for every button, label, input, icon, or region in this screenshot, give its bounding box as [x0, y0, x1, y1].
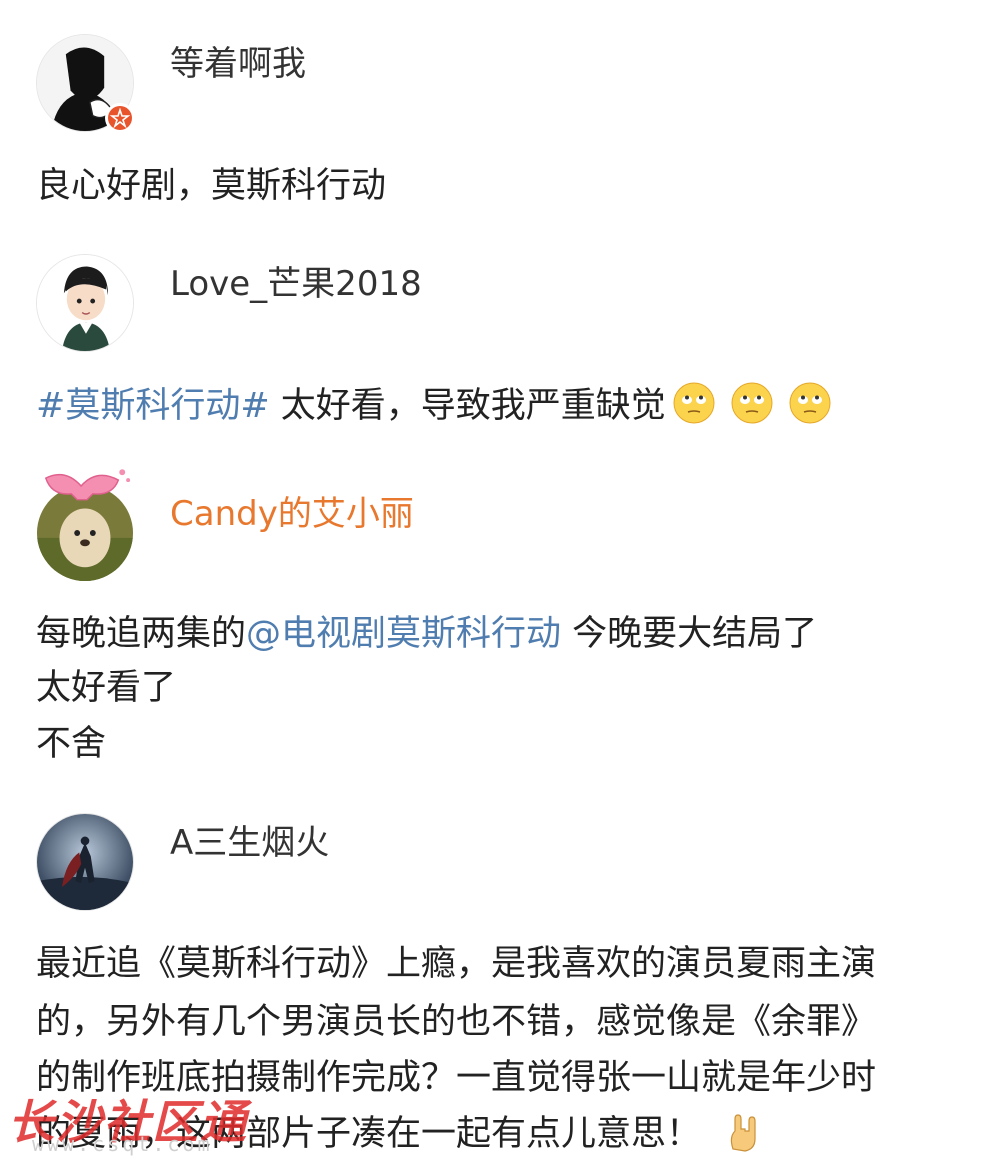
username[interactable]: 等着啊我 — [170, 44, 306, 84]
eye-roll-emoji-icon — [673, 382, 715, 424]
post-text-line-2: 的，另外有几个男演员长的也不错，感觉像是《余罪》 — [36, 1002, 877, 1042]
post-text-line-3: 不舍 — [36, 724, 107, 764]
user-avatar[interactable] — [36, 254, 134, 352]
post-text: #莫斯科行动# 太好看，导致我严重缺觉 — [36, 380, 964, 432]
verified-badge-icon — [105, 103, 135, 133]
post-text-suffix: 今晚要大结局了 — [561, 614, 818, 654]
avatar-image — [37, 255, 133, 351]
post-text-body: 太好看，导致我严重缺觉 — [269, 386, 666, 426]
post-text-line-1: 每晚追两集的@电视剧莫斯科行动 今晚要大结局了 — [36, 608, 964, 660]
hashtag-link[interactable]: #莫斯科行动# — [36, 386, 270, 426]
post-text-prefix: 每晚追两集的 — [36, 614, 247, 654]
eye-roll-emoji-icon — [731, 382, 773, 424]
user-avatar[interactable] — [36, 813, 134, 911]
rock-hand-emoji-icon — [730, 1114, 756, 1152]
user-avatar[interactable] — [36, 469, 134, 582]
mention-link[interactable]: @电视剧莫斯科行动 — [246, 614, 561, 654]
username[interactable]: Love_芒果2018 — [170, 264, 422, 304]
eye-roll-emoji-icon — [789, 382, 831, 424]
username[interactable]: A三生烟火 — [170, 823, 329, 863]
avatar-image — [36, 469, 134, 582]
avatar-image — [37, 814, 133, 910]
watermark-url: www.csqt.com — [32, 1132, 213, 1156]
post-text-line-2: 太好看了 — [36, 668, 177, 708]
username[interactable]: Candy的艾小丽 — [170, 494, 414, 534]
post-text-line-1: 最近追《莫斯科行动》上瘾，是我喜欢的演员夏雨主演 — [36, 944, 877, 984]
post-text: 良心好剧，莫斯科行动 — [36, 166, 387, 206]
